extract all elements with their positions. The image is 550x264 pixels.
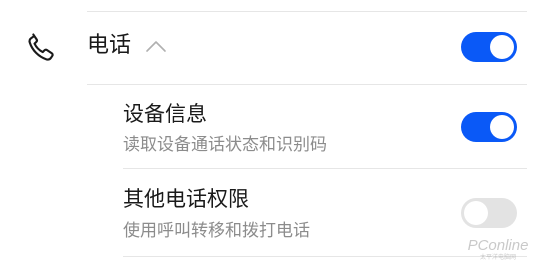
device-info-toggle[interactable] [461, 112, 517, 142]
chevron-up-icon[interactable] [145, 39, 167, 53]
group-divider [87, 84, 527, 85]
item-divider [123, 168, 527, 169]
svg-text:太平洋电脑网: 太平洋电脑网 [480, 253, 516, 260]
other-phone-permissions-toggle[interactable] [461, 198, 517, 228]
pconline-watermark: PConline 太平洋电脑网 [468, 237, 529, 260]
item-title-device-info: 设备信息 [123, 102, 207, 126]
svg-text:PConline: PConline [468, 237, 529, 254]
item-desc-device-info: 读取设备通话状态和识别码 [123, 135, 327, 155]
permission-group-label: 电话 [87, 33, 132, 58]
toggle-knob [490, 115, 514, 139]
phone-group-toggle[interactable] [461, 32, 517, 62]
phone-icon [28, 33, 54, 61]
permission-settings-page: 电话 设备信息 读取设备通话状态和识别码 其他电话权限 使用呼叫转移和拨打电话 … [0, 0, 550, 264]
toggle-knob [490, 35, 514, 59]
toggle-knob [464, 201, 488, 225]
item-title-other-phone-permissions: 其他电话权限 [123, 187, 249, 211]
item-desc-other-phone-permissions: 使用呼叫转移和拨打电话 [123, 221, 310, 241]
